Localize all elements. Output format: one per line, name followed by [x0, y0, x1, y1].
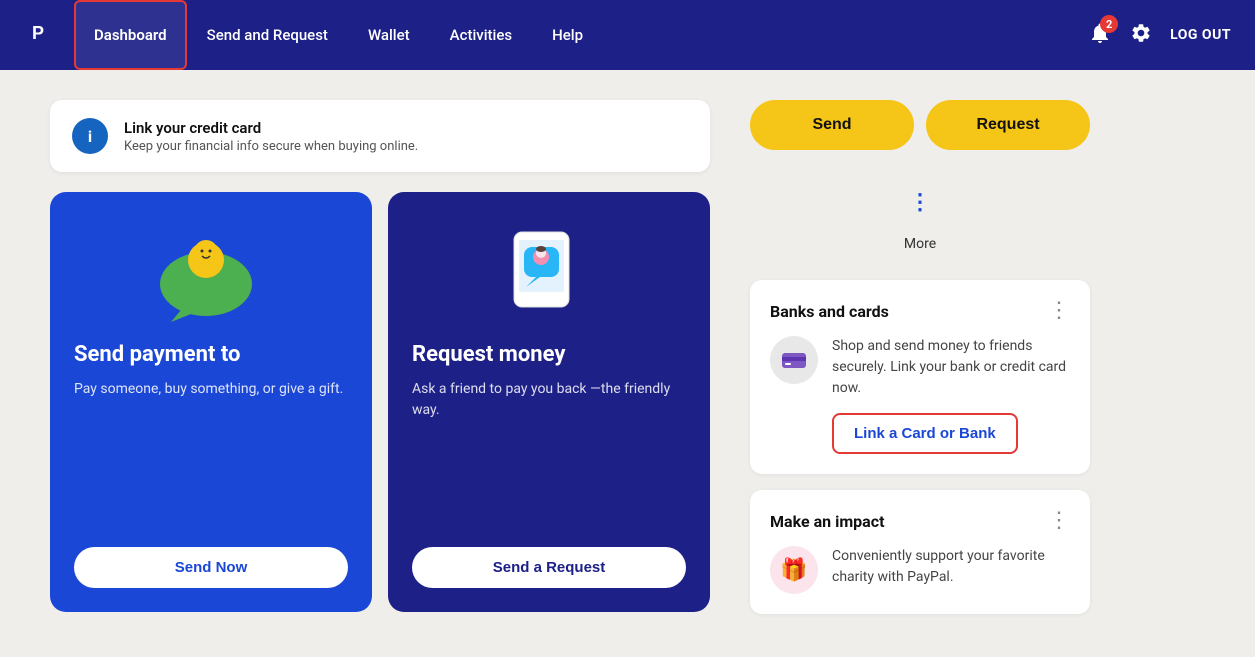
nav-item-wallet[interactable]: Wallet	[348, 0, 430, 70]
nav-items: Dashboard Send and Request Wallet Activi…	[74, 0, 1088, 70]
notification-badge: 2	[1100, 15, 1118, 33]
send-request-button[interactable]: Send a Request	[412, 547, 686, 588]
svg-text:P: P	[32, 23, 44, 43]
request-card-desc: Ask a friend to pay you back —the friend…	[412, 379, 686, 523]
left-panel: i Link your credit card Keep your financ…	[50, 100, 710, 614]
send-button[interactable]: Send	[750, 100, 914, 150]
banks-desc: Shop and send money to friends securely.…	[832, 336, 1070, 399]
impact-body: 🎁 Conveniently support your favorite cha…	[770, 546, 1070, 594]
request-card: Request money Ask a friend to pay you ba…	[388, 192, 710, 612]
request-card-title: Request money	[412, 342, 565, 367]
nav-item-dashboard[interactable]: Dashboard	[74, 0, 187, 70]
paypal-logo: P	[24, 16, 58, 54]
impact-title: Make an impact	[770, 512, 885, 531]
send-card: Send payment to Pay someone, buy somethi…	[50, 192, 372, 612]
logout-button[interactable]: LOG OUT	[1170, 27, 1231, 43]
send-illustration	[74, 222, 348, 322]
nav-item-activities[interactable]: Activities	[430, 0, 532, 70]
nav-item-help[interactable]: Help	[532, 0, 603, 70]
link-card-bank-button[interactable]: Link a Card or Bank	[832, 413, 1018, 454]
impact-section: Make an impact ⋮ 🎁 Conveniently support …	[750, 490, 1090, 614]
more-section: ⋮ More	[750, 174, 1090, 252]
nav-right: 2 LOG OUT	[1088, 21, 1231, 49]
send-card-desc: Pay someone, buy something, or give a gi…	[74, 379, 343, 523]
info-banner: i Link your credit card Keep your financ…	[50, 100, 710, 172]
more-label: More	[904, 236, 936, 252]
impact-menu-icon[interactable]: ⋮	[1048, 510, 1070, 532]
notification-bell-wrap[interactable]: 2	[1088, 21, 1112, 49]
right-panel: Send Request ⋮ More Banks and cards ⋮	[750, 100, 1090, 614]
more-circle[interactable]: ⋮	[892, 174, 948, 230]
impact-icon: 🎁	[770, 546, 818, 594]
cards-row: Send payment to Pay someone, buy somethi…	[50, 192, 710, 612]
banner-text: Link your credit card Keep your financia…	[124, 119, 418, 154]
banner-subtitle: Keep your financial info secure when buy…	[124, 139, 418, 154]
navbar: P Dashboard Send and Request Wallet Acti…	[0, 0, 1255, 70]
banks-icon	[770, 336, 818, 384]
impact-desc: Conveniently support your favorite chari…	[832, 546, 1070, 588]
banks-section: Banks and cards ⋮ Shop and send money to…	[750, 280, 1090, 474]
send-now-button[interactable]: Send Now	[74, 547, 348, 588]
banks-body: Shop and send money to friends securely.…	[770, 336, 1070, 454]
nav-item-send[interactable]: Send and Request	[187, 0, 348, 70]
request-button[interactable]: Request	[926, 100, 1090, 150]
banner-title: Link your credit card	[124, 119, 418, 137]
impact-header: Make an impact ⋮	[770, 510, 1070, 532]
request-illustration	[412, 222, 686, 322]
action-buttons: Send Request	[750, 100, 1090, 150]
send-card-title: Send payment to	[74, 342, 240, 367]
banks-menu-icon[interactable]: ⋮	[1048, 300, 1070, 322]
banks-title: Banks and cards	[770, 302, 889, 321]
banks-header: Banks and cards ⋮	[770, 300, 1070, 322]
info-icon: i	[72, 118, 108, 154]
settings-icon[interactable]	[1130, 22, 1152, 48]
